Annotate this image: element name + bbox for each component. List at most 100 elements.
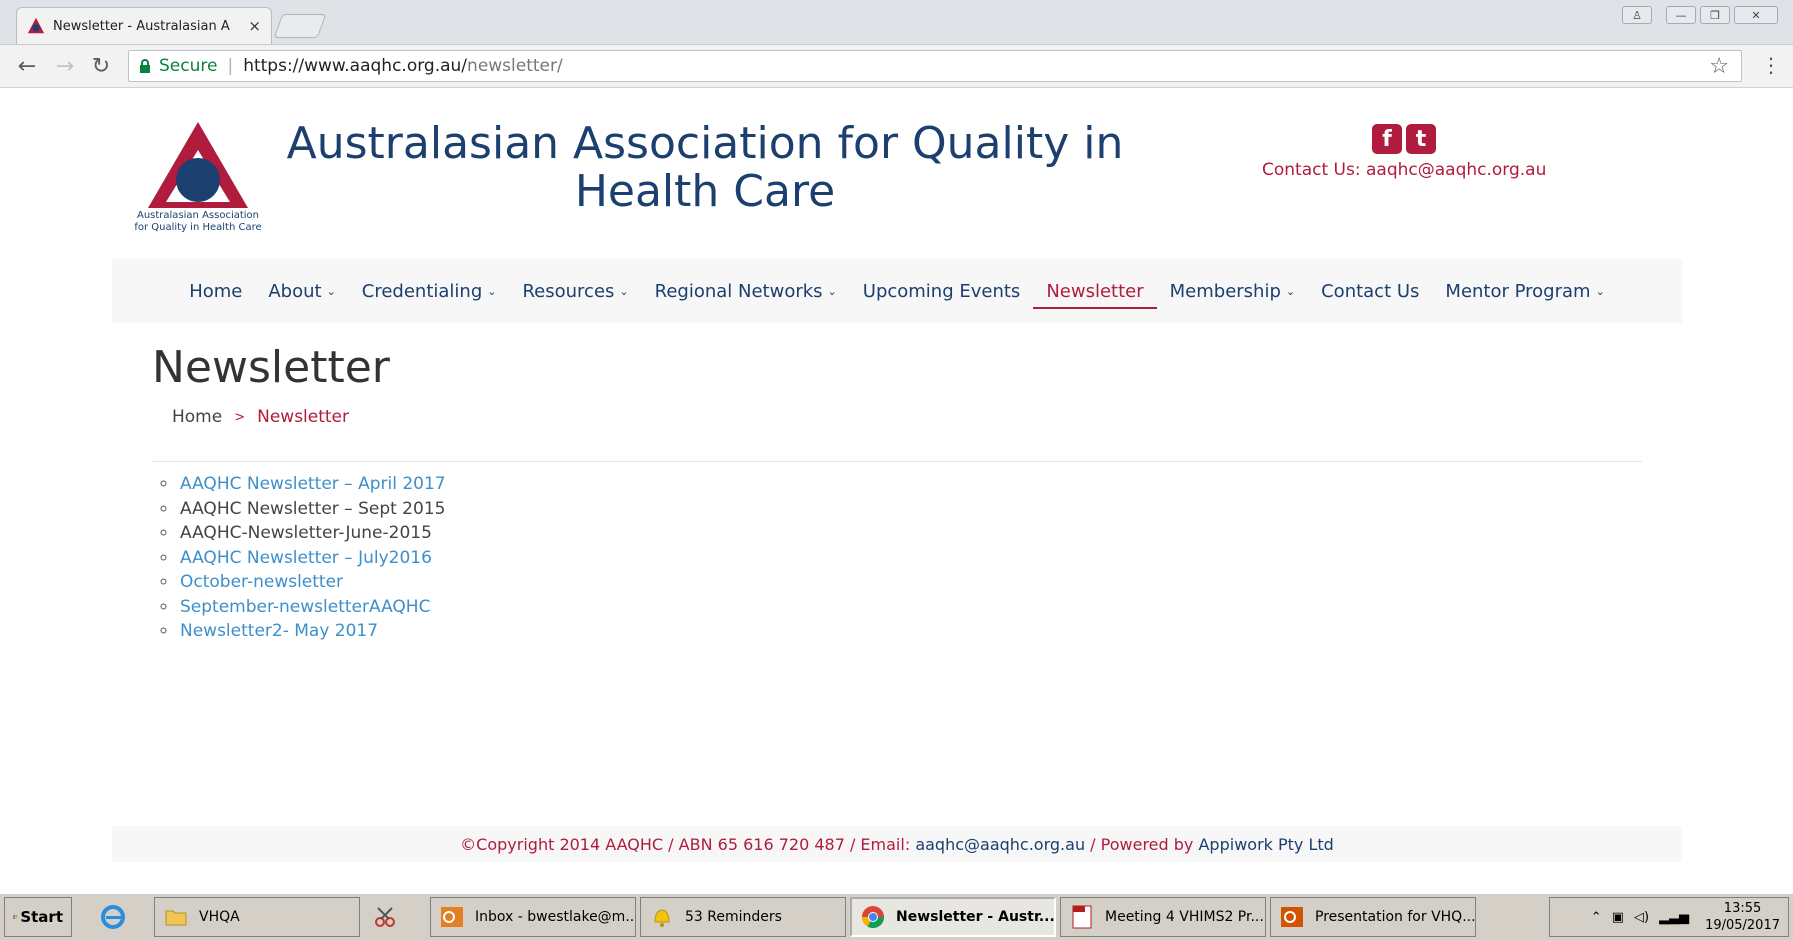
nav-label: Home [189, 280, 243, 302]
newsletter-link[interactable]: Newsletter2- May 2017 [180, 621, 378, 641]
content-divider [152, 461, 1642, 462]
nav-item-upcoming-events[interactable]: Upcoming Events [850, 259, 1034, 323]
newsletter-link[interactable]: AAQHC Newsletter – July2016 [180, 548, 432, 568]
nav-item-regional-networks[interactable]: Regional Networks ⌄ [642, 259, 850, 323]
window-controls: ♙ [1622, 6, 1652, 24]
tray-expand-icon[interactable]: ⌃ [1591, 910, 1602, 925]
snipping-tool-quicklaunch[interactable] [364, 897, 424, 937]
minimize-button[interactable]: — [1666, 6, 1696, 24]
nav-item-contact-us[interactable]: Contact Us [1308, 259, 1432, 323]
taskbar-label: VHQA [199, 909, 240, 925]
back-arrow-icon[interactable]: ← [14, 53, 40, 79]
contact-email-link[interactable]: aaqhc@aaqhc.org.au [1366, 160, 1546, 180]
address-bar[interactable]: Secure | https://www.aaqhc.org.au/newsle… [128, 50, 1742, 82]
nav-label: Regional Networks [654, 280, 823, 302]
url-path: newsletter/ [467, 56, 563, 76]
new-tab-button[interactable] [273, 14, 327, 38]
nav-item-about[interactable]: About ⌄ [255, 259, 348, 323]
windows-logo-icon [13, 915, 18, 919]
tab-title: Newsletter - Australasian A [53, 18, 230, 34]
bell-icon [654, 909, 670, 927]
taskbar-clock[interactable]: 13:55 19/05/2017 [1705, 900, 1780, 934]
taskbar: Start VHQA Inbox - bwestlake@m... 53 Rem… [0, 893, 1793, 940]
reload-icon[interactable]: ↻ [88, 53, 114, 79]
site-footer: ©Copyright 2014 AAQHC / ABN 65 616 720 4… [112, 826, 1682, 862]
footer-copyright: ©Copyright 2014 AAQHC / ABN 65 616 720 4… [460, 834, 911, 854]
taskbar-item-chrome-newsletter[interactable]: Newsletter - Austr... [850, 897, 1056, 937]
taskbar-item-powerpoint[interactable]: Presentation for VHQ... [1270, 897, 1476, 937]
chevron-down-icon: ⌄ [827, 284, 837, 298]
chevron-down-icon: ⌄ [326, 284, 336, 298]
browser-toolbar: ← → ↻ Secure | https://www.aaqhc.org.au/… [0, 45, 1793, 88]
nav-label: Contact Us [1321, 280, 1420, 302]
maximize-button[interactable]: ❐ [1700, 6, 1730, 24]
browser-titlebar: Newsletter - Australasian A × ♙ — ❐ ✕ [0, 0, 1793, 45]
footer-email-link[interactable]: aaqhc@aaqhc.org.au [915, 835, 1085, 854]
nav-label: Mentor Program [1445, 280, 1591, 302]
folder-icon [165, 910, 187, 926]
browser-menu-icon[interactable]: ⋮ [1761, 55, 1781, 75]
newsletter-link[interactable]: September-newsletterAAQHC [180, 597, 430, 617]
logo-caption-line2: for Quality in Health Care [134, 222, 262, 233]
start-label: Start [20, 908, 63, 926]
nav-item-membership[interactable]: Membership ⌄ [1157, 259, 1308, 323]
newsletter-link[interactable]: AAQHC Newsletter – April 2017 [180, 474, 446, 494]
breadcrumb-separator: > [234, 410, 246, 425]
taskbar-item-pdf-meeting[interactable]: Meeting 4 VHIMS2 Pr... [1060, 897, 1266, 937]
nav-item-resources[interactable]: Resources ⌄ [509, 259, 641, 323]
url-host: https://www.aaqhc.org.au/ [243, 56, 468, 76]
network-drive-icon[interactable]: ▣ [1612, 910, 1624, 925]
window-controls-right: — ❐ ✕ [1666, 6, 1778, 24]
start-button[interactable]: Start [4, 897, 72, 937]
nav-label: Resources [522, 280, 615, 302]
nav-label: Newsletter [1046, 280, 1144, 302]
tab-close-icon[interactable]: × [248, 17, 261, 35]
page-title: Newsletter [152, 342, 390, 393]
newsletter-item: AAQHC Newsletter – Sept 2015 [180, 498, 446, 519]
nav-label: Upcoming Events [862, 280, 1021, 302]
close-window-button[interactable]: ✕ [1734, 6, 1778, 24]
url-separator: | [227, 56, 234, 76]
taskbar-item-outlook-inbox[interactable]: Inbox - bwestlake@m... [430, 897, 636, 937]
breadcrumb-home-link[interactable]: Home [172, 407, 222, 429]
main-nav: Home About ⌄ Credentialing ⌄ Resources ⌄ Re… [112, 259, 1682, 323]
nav-label: Membership [1169, 280, 1281, 302]
logo-caption-line1: Australasian Association [136, 210, 260, 221]
volume-icon[interactable]: ◁) [1634, 910, 1649, 925]
profile-icon[interactable]: ♙ [1622, 6, 1652, 24]
bookmark-star-icon[interactable]: ☆ [1709, 54, 1729, 79]
aaqhc-favicon-icon [27, 17, 45, 34]
breadcrumb: Home > Newsletter [172, 407, 349, 429]
lock-icon [140, 59, 150, 73]
system-tray: ⌃ ▣ ◁) ▂▃▅ 13:55 19/05/2017 [1549, 897, 1789, 937]
nav-label: About [268, 280, 322, 302]
site-title[interactable]: Australasian Association for Quality in … [270, 120, 1140, 216]
facebook-icon[interactable]: f [1372, 124, 1402, 154]
forward-arrow-icon[interactable]: → [52, 53, 78, 79]
chevron-down-icon: ⌄ [1285, 284, 1296, 298]
logo-caption: Australasian Association for Quality in … [126, 210, 270, 234]
nav-item-credentialing[interactable]: Credentialing ⌄ [349, 259, 510, 323]
secure-label: Secure [159, 56, 218, 76]
clock-time: 13:55 [1723, 901, 1762, 916]
ie-quicklaunch[interactable] [92, 897, 148, 937]
footer-powered: / Powered by [1090, 834, 1194, 854]
footer-company-link[interactable]: Appiwork Pty Ltd [1198, 835, 1333, 854]
twitter-icon[interactable]: t [1406, 124, 1436, 154]
nav-item-home[interactable]: Home [176, 259, 255, 323]
signal-icon[interactable]: ▂▃▅ [1659, 910, 1689, 925]
newsletter-link[interactable]: October-newsletter [180, 572, 343, 592]
list-item: October-newsletter [178, 570, 446, 595]
powerpoint-icon [1281, 907, 1303, 927]
nav-item-newsletter[interactable]: Newsletter [1033, 259, 1157, 323]
scissors-icon [375, 907, 395, 927]
breadcrumb-current: Newsletter [257, 407, 350, 427]
taskbar-item-vhqa[interactable]: VHQA [154, 897, 360, 937]
nav-item-mentor-program[interactable]: Mentor Program ⌄ [1432, 259, 1617, 323]
taskbar-item-reminders[interactable]: 53 Reminders [640, 897, 846, 937]
contact-label: Contact Us: [1262, 160, 1361, 180]
newsletter-list: AAQHC Newsletter – April 2017 AAQHC News… [152, 472, 446, 644]
chevron-down-icon: ⌄ [1595, 284, 1605, 298]
browser-tab[interactable]: Newsletter - Australasian A × [16, 7, 272, 44]
list-item: Newsletter2- May 2017 [178, 619, 446, 644]
